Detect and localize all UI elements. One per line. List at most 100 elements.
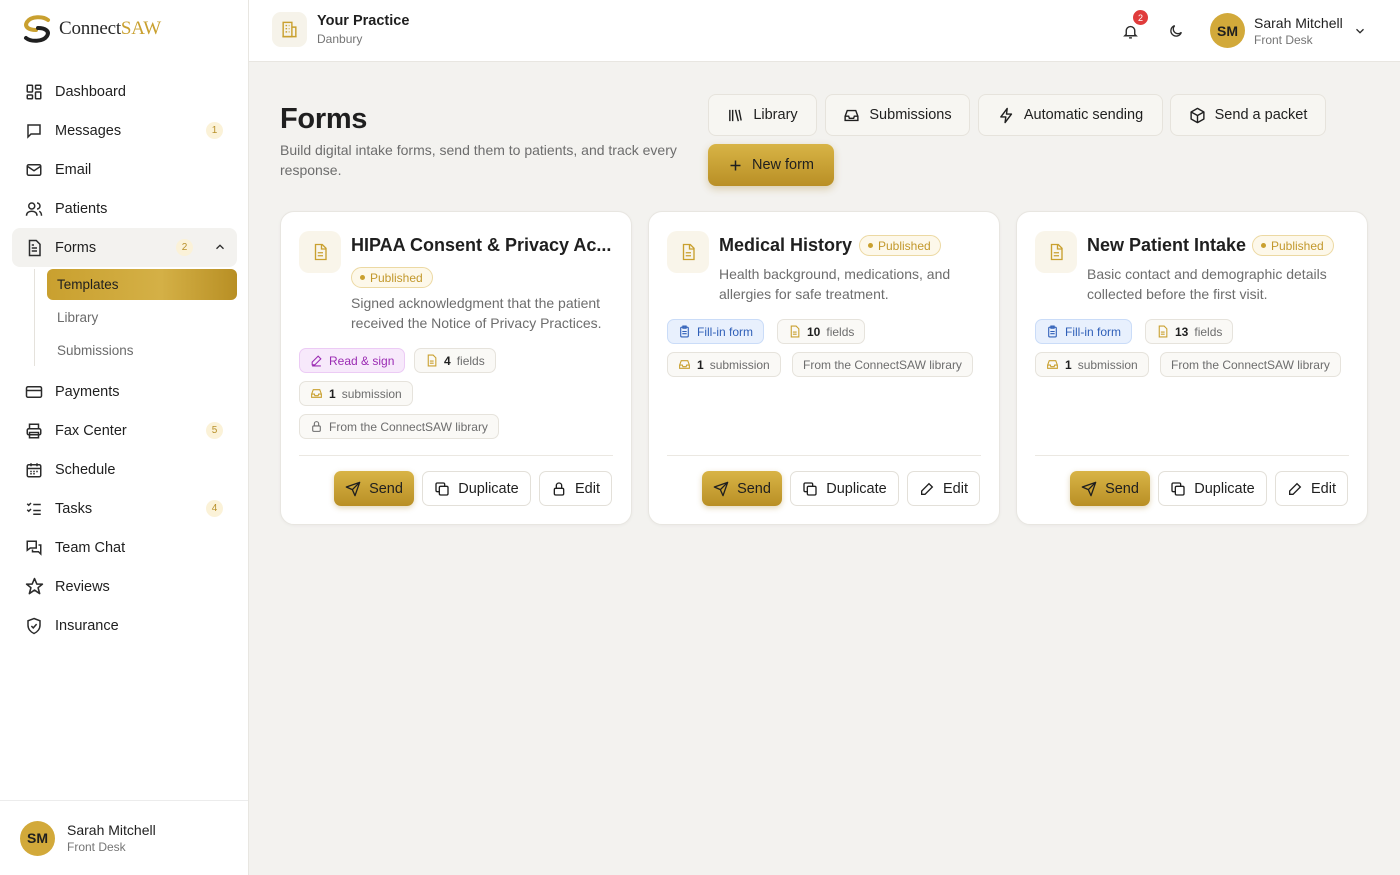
form-description: Health background, medications, and alle… (719, 266, 951, 302)
source-chip: From the ConnectSAW library (792, 352, 973, 377)
sidebar-item-forms[interactable]: Forms 2 (12, 228, 237, 267)
chevron-up-icon[interactable] (213, 240, 227, 254)
send-icon (713, 481, 729, 496)
notification-badge: 2 (1133, 10, 1148, 25)
form-card[interactable]: HIPAA Consent & Privacy Ac... Published … (280, 211, 632, 525)
send-button[interactable]: Send (702, 471, 782, 506)
subnav-item-submissions[interactable]: Submissions (47, 335, 237, 366)
sidebar-item-fax-center[interactable]: Fax Center 5 (12, 411, 237, 450)
mode-chip: Read & sign (299, 348, 406, 373)
document-icon (427, 354, 437, 367)
shield-icon (24, 616, 44, 636)
dashboard-icon (24, 82, 44, 102)
pencil-icon (921, 482, 934, 495)
mail-icon (24, 160, 44, 180)
sidebar-item-insurance[interactable]: Insurance (12, 606, 237, 645)
sidebar-item-messages[interactable]: Messages 1 (12, 111, 237, 150)
notifications-button[interactable]: 2 (1119, 10, 1148, 42)
package-icon (1190, 107, 1205, 123)
edit-button[interactable]: Edit (907, 471, 980, 506)
practice-selector[interactable]: Your Practice Danbury (272, 12, 409, 47)
avatar: SM (20, 820, 55, 856)
sidebar-item-reviews[interactable]: Reviews (12, 567, 237, 606)
user-menu[interactable]: SM Sarah Mitchell Front Desk (1210, 13, 1367, 48)
form-description: Basic contact and demographic details co… (1087, 266, 1327, 302)
form-title[interactable]: HIPAA Consent & Privacy Ac... (351, 235, 611, 256)
document-icon (667, 231, 709, 273)
sidebar-item-label: Patients (55, 200, 108, 217)
sidebar-item-tasks[interactable]: Tasks 4 (12, 489, 237, 528)
sidebar-item-patients[interactable]: Patients (12, 189, 237, 228)
clipboard-icon (1048, 325, 1057, 338)
inbox-icon (679, 360, 690, 369)
form-title[interactable]: Medical History (719, 235, 852, 256)
brand-logo[interactable]: ConnectSAW (21, 12, 161, 46)
submissions-button[interactable]: Submissions (825, 94, 970, 136)
sidebar-item-label: Team Chat (55, 539, 126, 556)
sidebar-user[interactable]: SM Sarah Mitchell Front Desk (0, 800, 248, 875)
inbox-icon (311, 389, 322, 398)
new-form-button[interactable]: New form (708, 144, 834, 186)
avatar: SM (1210, 13, 1245, 48)
plus-icon (730, 160, 741, 170)
pen-icon (311, 355, 322, 367)
sidebar-item-team-chat[interactable]: Team Chat (12, 528, 237, 567)
send-button[interactable]: Send (334, 471, 414, 506)
duplicate-button[interactable]: Duplicate (1158, 471, 1267, 506)
edit-button[interactable]: Edit (539, 471, 612, 506)
document-icon (1158, 325, 1168, 338)
status-badge: Published (859, 235, 941, 256)
sidebar-item-email[interactable]: Email (12, 150, 237, 189)
submissions-chip: 1 submission (1035, 352, 1149, 377)
divider (667, 455, 981, 456)
user-role: Front Desk (67, 840, 126, 854)
send-button[interactable]: Send (1070, 471, 1150, 506)
form-card[interactable]: Medical History Published Health backgro… (648, 211, 1000, 525)
count-badge: 5 (206, 422, 223, 439)
chat-icon (24, 538, 44, 558)
sidebar-item-label: Messages (55, 122, 122, 139)
submissions-chip: 1 submission (299, 381, 413, 406)
user-name: Sarah Mitchell (67, 822, 156, 838)
send-packet-button[interactable]: Send a packet (1170, 94, 1326, 136)
send-icon (345, 481, 361, 496)
form-card[interactable]: New Patient Intake Published Basic conta… (1016, 211, 1368, 525)
duplicate-button[interactable]: Duplicate (422, 471, 531, 506)
clipboard-icon (680, 325, 689, 338)
edit-button[interactable]: Edit (1275, 471, 1348, 506)
theme-toggle-button[interactable] (1165, 20, 1187, 42)
sidebar-item-label: Reviews (55, 578, 110, 595)
message-icon (24, 121, 44, 141)
sidebar-item-payments[interactable]: Payments (12, 372, 237, 411)
source-chip: From the ConnectSAW library (1160, 352, 1341, 377)
new-form-label: New form (751, 157, 815, 173)
chevron-down-icon (1355, 28, 1364, 34)
subnav-item-templates[interactable]: Templates (47, 269, 237, 300)
logo-icon (24, 15, 50, 43)
duplicate-button[interactable]: Duplicate (790, 471, 899, 506)
inbox-icon (844, 109, 859, 121)
automatic-sending-label: Automatic sending (1023, 107, 1144, 123)
subnav-item-library[interactable]: Library (47, 302, 237, 333)
sidebar-item-label: Fax Center (55, 422, 127, 439)
fields-chip: 4 fields (414, 348, 496, 373)
checklist-icon (24, 499, 44, 519)
submissions-button-label: Submissions (869, 107, 952, 123)
source-chip: From the ConnectSAW library (299, 414, 499, 439)
count-badge: 1 (206, 122, 223, 139)
sidebar-item-schedule[interactable]: Schedule (12, 450, 237, 489)
library-icon (729, 109, 743, 121)
user-role: Front Desk (1254, 32, 1313, 47)
copy-icon (803, 481, 817, 496)
sidebar-item-label: Payments (55, 383, 120, 400)
status-badge: Published (351, 267, 433, 288)
page-subtitle: Build digital intake forms, send them to… (280, 142, 677, 178)
library-button[interactable]: Library (708, 94, 817, 136)
automatic-sending-button[interactable]: Automatic sending (978, 94, 1163, 136)
sidebar-item-dashboard[interactable]: Dashboard (12, 72, 237, 111)
library-button-label: Library (753, 107, 798, 123)
form-title[interactable]: New Patient Intake (1087, 235, 1246, 256)
copy-icon (435, 481, 449, 496)
building-icon (272, 12, 307, 47)
divider (1035, 455, 1349, 456)
